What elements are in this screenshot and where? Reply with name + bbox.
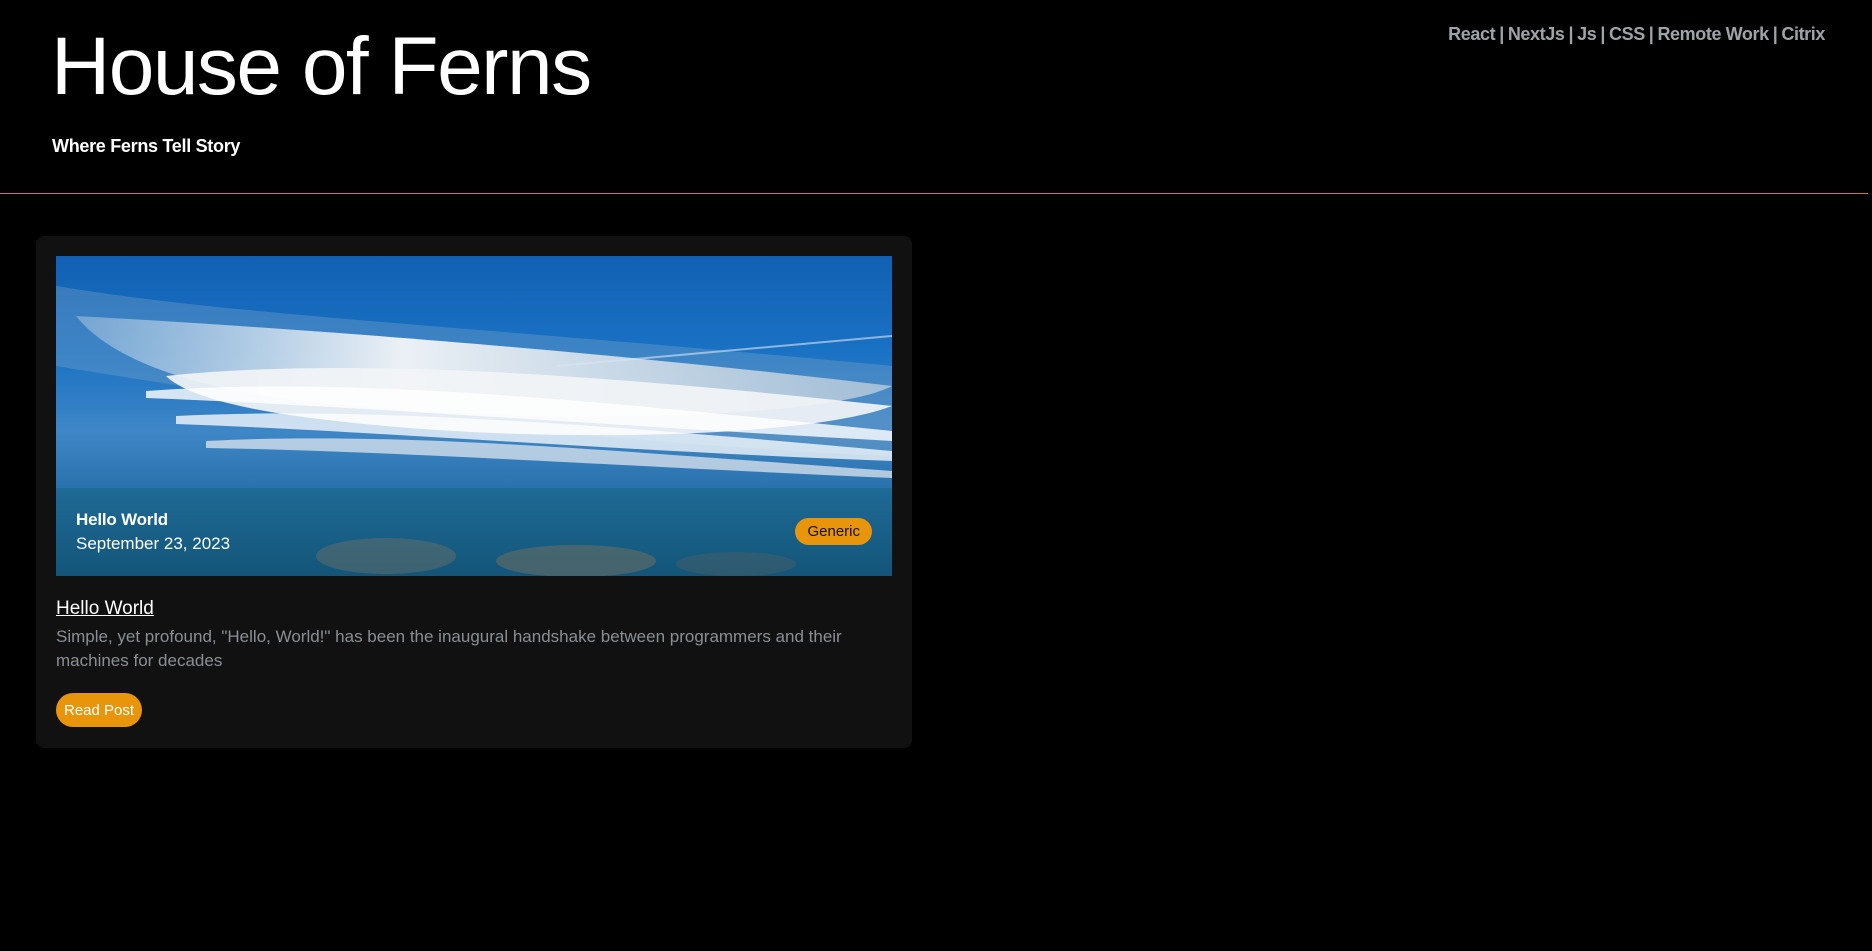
hero-caption-overlay: Hello World September 23, 2023 Generic: [56, 488, 892, 576]
category-badge[interactable]: Generic: [795, 518, 872, 545]
top-nav: React | NextJs | Js | CSS | Remote Work | Citrix: [1448, 24, 1825, 45]
nav-separator: |: [1648, 24, 1654, 44]
nav-link-remote-work[interactable]: Remote Work: [1657, 24, 1769, 44]
post-excerpt: Simple, yet profound, "Hello, World!" ha…: [56, 627, 842, 670]
site-header: House of Ferns Where Ferns Tell Story Re…: [0, 0, 1868, 194]
hero-post-date: September 23, 2023: [76, 534, 231, 553]
nav-link-citrix[interactable]: Citrix: [1781, 24, 1825, 44]
site-tagline: Where Ferns Tell Story: [52, 136, 241, 156]
nav-separator: |: [1600, 24, 1605, 44]
nav-separator: |: [1568, 24, 1574, 44]
nav-link-nextjs[interactable]: NextJs: [1508, 24, 1565, 44]
nav-link-js[interactable]: Js: [1577, 24, 1597, 44]
post-card: Hello World September 23, 2023 Generic H…: [36, 236, 912, 748]
site-title[interactable]: House of Ferns: [51, 22, 592, 112]
post-title-link[interactable]: Hello World: [56, 598, 154, 620]
hero-post-title: Hello World: [76, 510, 168, 529]
post-hero-image[interactable]: Hello World September 23, 2023 Generic: [56, 256, 892, 576]
nav-link-css[interactable]: CSS: [1609, 24, 1645, 44]
nav-separator: |: [1772, 24, 1778, 44]
nav-separator: |: [1499, 24, 1504, 44]
read-post-button[interactable]: Read Post: [56, 693, 143, 727]
nav-link-react[interactable]: React: [1448, 24, 1495, 44]
